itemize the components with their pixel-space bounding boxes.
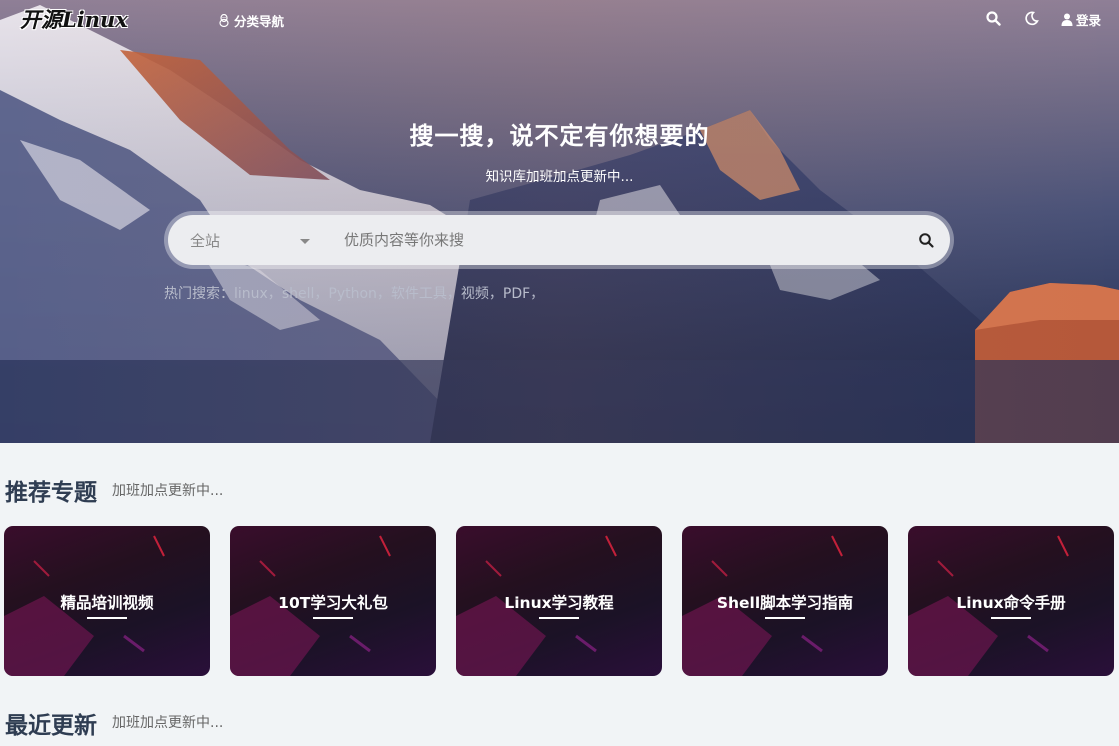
topic-card-label: 精品培训视频 (60, 594, 154, 612)
recent-section-title: 最近更新 (5, 713, 97, 739)
topic-card[interactable]: Linux命令手册 (908, 526, 1114, 676)
site-logo[interactable]: 开源Linux (20, 4, 128, 34)
recommended-section-subtitle: 加班加点更新中... (112, 483, 224, 499)
card-underline (87, 617, 127, 619)
card-underline (539, 617, 579, 619)
login-button[interactable]: 登录 (1061, 10, 1101, 29)
hot-keyword[interactable]: PDF， (503, 283, 544, 303)
moon-icon[interactable] (1022, 9, 1040, 27)
caret-down-icon[interactable] (300, 239, 310, 244)
recent-section-subtitle: 加班加点更新中... (112, 715, 224, 731)
hot-search-list: 热门搜索： linux， shell， Python， 软件工具， 视频， PD… (164, 283, 544, 303)
user-icon (1061, 13, 1073, 26)
topic-card[interactable]: Shell脚本学习指南 (682, 526, 888, 676)
search-submit-icon[interactable] (918, 232, 936, 250)
topic-card[interactable]: 10T学习大礼包 (230, 526, 436, 676)
hot-keyword[interactable]: 软件工具， (391, 283, 461, 303)
topic-card-label: 10T学习大礼包 (278, 594, 388, 612)
hot-keyword[interactable]: shell， (282, 283, 329, 303)
search-icon[interactable] (984, 9, 1002, 27)
top-navbar: 开源Linux 分类导航 登录 (0, 0, 1119, 38)
search-input[interactable] (344, 215, 904, 265)
search-box: 全站 (164, 211, 954, 269)
login-label: 登录 (1076, 13, 1102, 28)
topic-card[interactable]: Linux学习教程 (456, 526, 662, 676)
hot-keyword[interactable]: Python， (328, 283, 391, 303)
topic-card-label: Linux学习教程 (504, 594, 614, 612)
recommended-section-title: 推荐专题 (5, 480, 97, 506)
nav-category-link[interactable]: 分类导航 (218, 11, 284, 30)
hero-subtitle: 知识库加班加点更新中... (485, 169, 634, 185)
card-underline (765, 617, 805, 619)
topic-card[interactable]: 精品培训视频 (4, 526, 210, 676)
hot-keyword[interactable]: 视频， (461, 283, 503, 303)
hero-banner: 开源Linux 分类导航 登录 搜一搜，说不定有你想要的 知识库加班加点更新中.… (0, 0, 1119, 443)
linux-icon (219, 14, 229, 27)
hero-title: 搜一搜，说不定有你想要的 (409, 122, 710, 150)
topic-card-label: Shell脚本学习指南 (716, 594, 854, 612)
card-underline (313, 617, 353, 619)
nav-category-label: 分类导航 (234, 14, 285, 29)
topic-card-label: Linux命令手册 (956, 594, 1066, 612)
search-scope-label: 全站 (190, 231, 221, 250)
hot-search-label: 热门搜索： (164, 286, 234, 302)
card-underline (991, 617, 1031, 619)
hot-keyword[interactable]: linux， (234, 283, 282, 303)
